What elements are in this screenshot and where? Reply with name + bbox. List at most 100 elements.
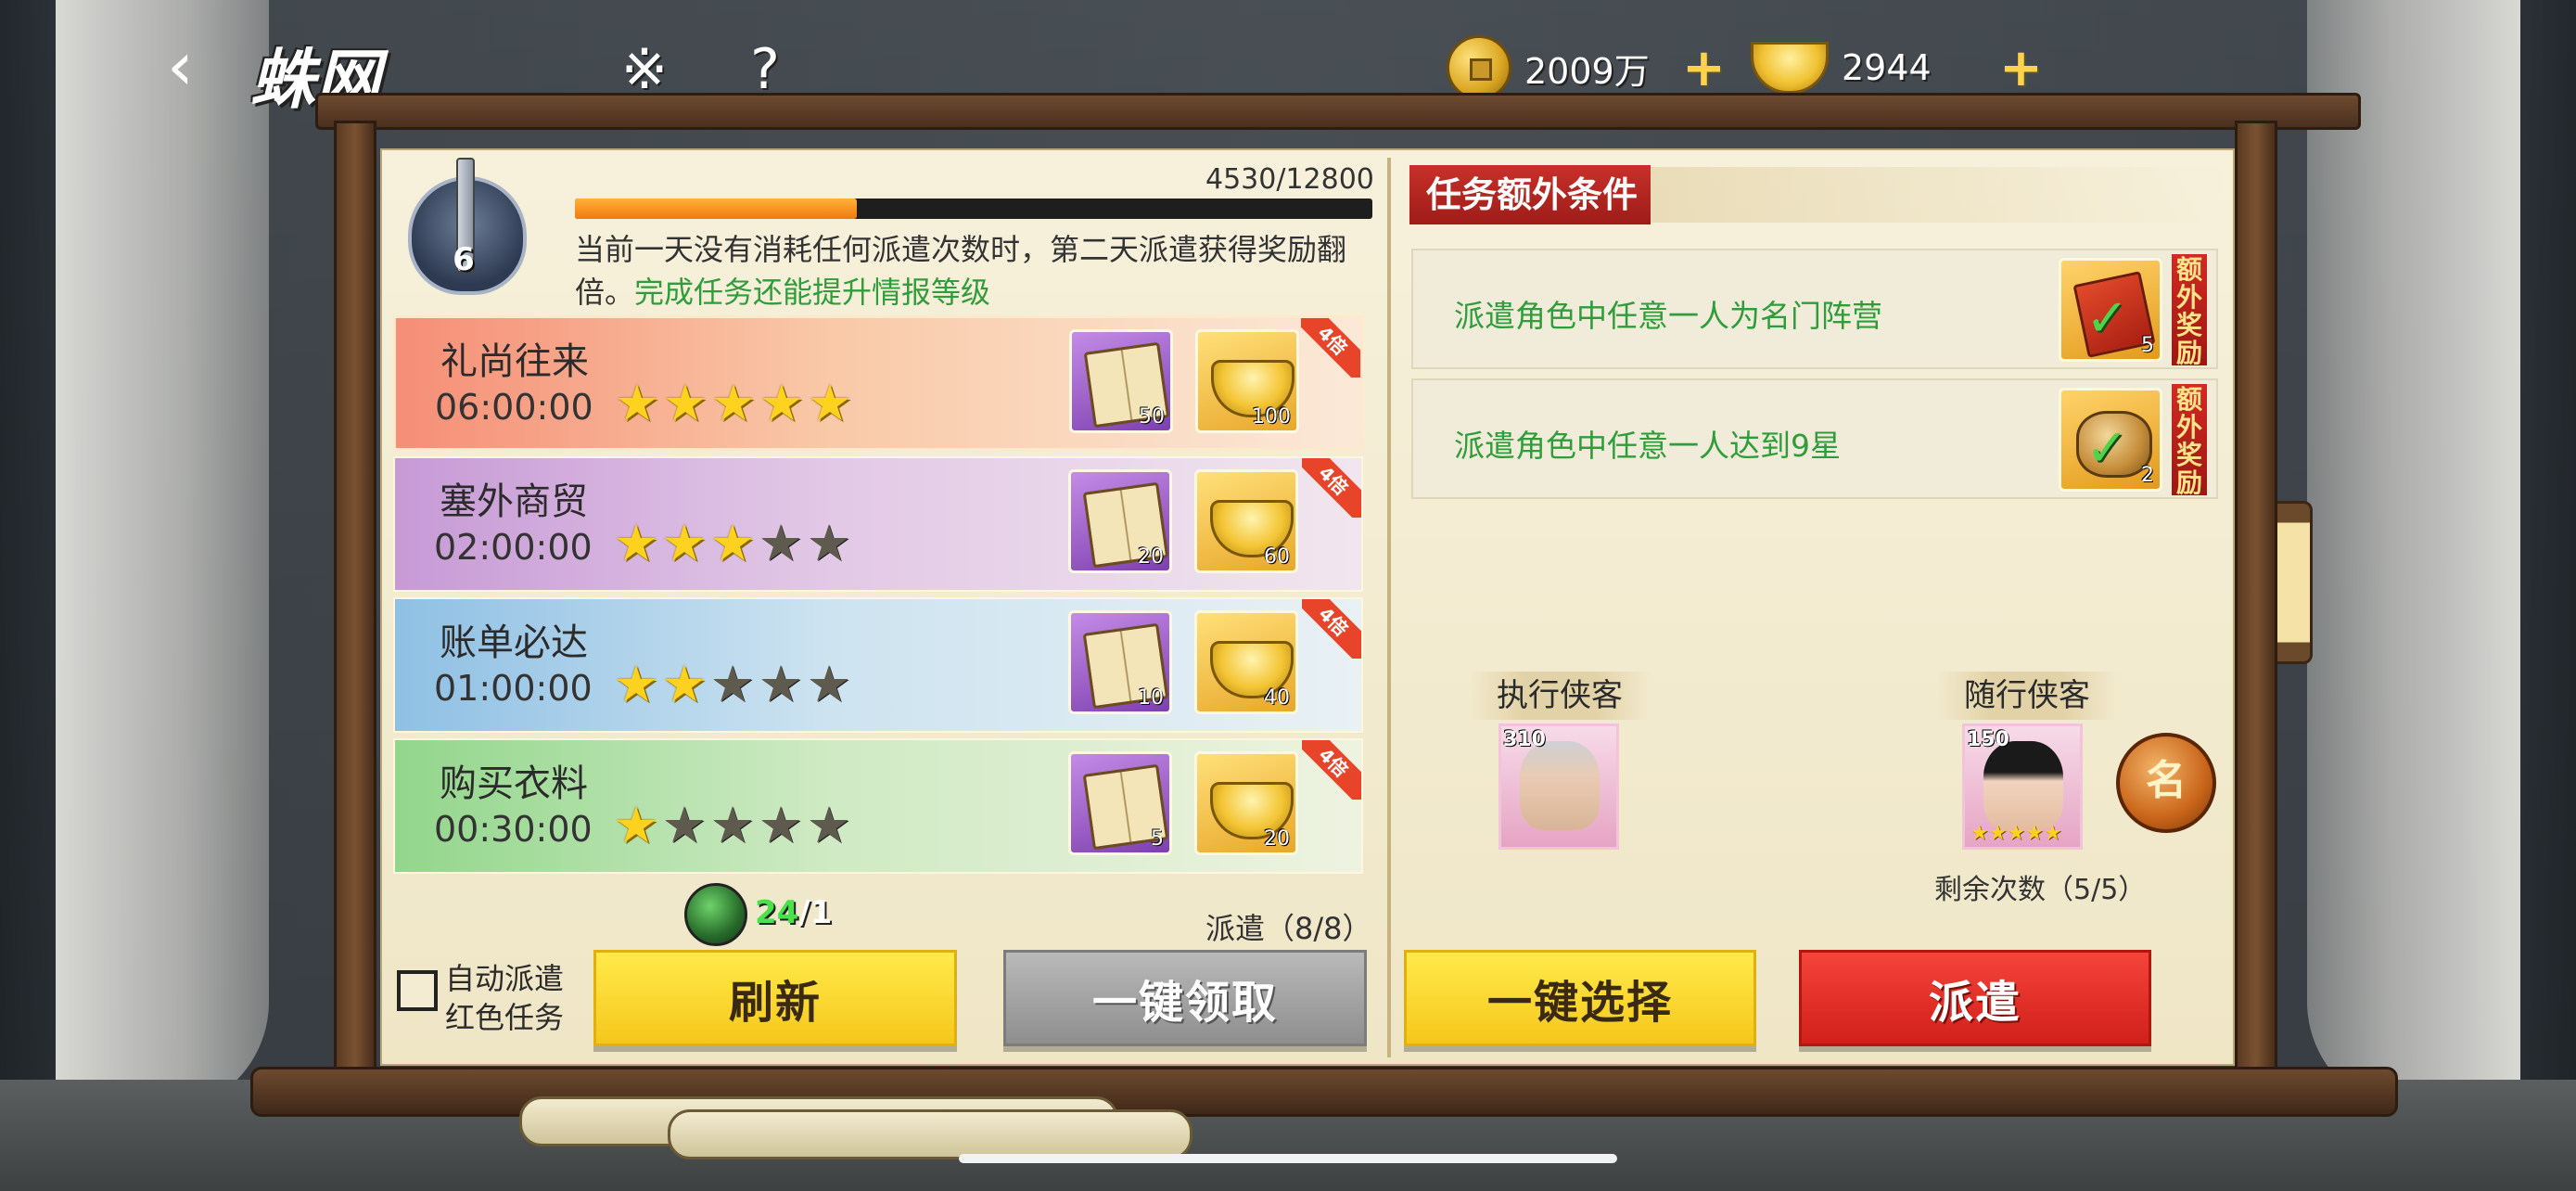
task-name: 礼尚往来 (440, 340, 589, 383)
faction-badge[interactable]: 名 (2116, 733, 2216, 833)
reward-item[interactable]: 60 (1194, 469, 1298, 573)
bonus-ribbon: 4倍 (1302, 740, 1361, 800)
star-filled-icon: ★ (2025, 822, 2044, 845)
select-all-button[interactable]: 一键选择 (1404, 950, 1756, 1046)
hero-level: 310 (1503, 728, 1546, 751)
reward-count: 5 (1151, 827, 1164, 851)
task-name: 购买衣料 (440, 762, 588, 805)
reward-count: 100 (1252, 405, 1291, 429)
check-icon: ✓ (2085, 288, 2129, 349)
star-empty-icon: ★ (661, 796, 708, 854)
gold-ingot-icon (1751, 42, 1829, 94)
follower-hero-portrait[interactable]: 150 ★ ★ ★ ★ ★ (1962, 724, 2083, 850)
star-filled-icon: ★ (1988, 822, 2008, 845)
task-card[interactable]: 账单必达 01:00:00 ★ ★ ★ ★ ★ 10 40 4倍 (393, 597, 1363, 733)
star-empty-icon: ★ (758, 796, 804, 854)
reward-count: 20 (1138, 545, 1164, 569)
intel-progress-fill (575, 198, 858, 219)
dispatch-count: 派遣（8/8） (1205, 911, 1372, 946)
copper-currency: 2009万 + (1447, 33, 1726, 102)
scroll-roll (668, 1109, 1192, 1159)
frame-left-post (334, 121, 376, 1072)
hero-face (1983, 741, 2063, 830)
reward-item[interactable]: 100 (1195, 329, 1299, 433)
stamina-indicator[interactable]: 24/1 (684, 883, 842, 946)
star-empty-icon: ★ (806, 796, 852, 854)
reward-item[interactable]: 20 (1194, 751, 1298, 855)
reward-item[interactable]: 50 (1069, 329, 1173, 433)
remaining-count: 剩余次数（5/5） (1934, 874, 2147, 906)
star-empty-icon: ★ (758, 655, 804, 713)
task-time: 02:00:00 (434, 527, 593, 568)
executor-label: 执行侠客 (1469, 672, 1651, 720)
reward-count: 20 (1264, 827, 1290, 851)
star-filled-icon: ★ (613, 655, 659, 713)
executor-hero-portrait[interactable]: 310 (1498, 724, 1619, 850)
task-name: 账单必达 (440, 621, 588, 664)
star-empty-icon: ★ (709, 796, 756, 854)
star-empty-icon: ★ (758, 514, 804, 572)
collect-all-button[interactable]: 一键领取 (1003, 950, 1367, 1046)
reward-item[interactable]: 20 (1068, 469, 1172, 573)
stamina-pot-icon (684, 883, 747, 946)
task-time: 01:00:00 (434, 668, 593, 709)
stamina-max: 1 (810, 894, 833, 931)
star-filled-icon: ★ (613, 796, 659, 854)
star-filled-icon: ★ (759, 374, 805, 432)
star-filled-icon: ★ (662, 374, 708, 432)
add-gold-button[interactable]: + (1999, 38, 2043, 98)
condition-row: 派遣角色中任意一人为名门阵营 ✓ 5 额外奖励 (1411, 249, 2218, 369)
home-indicator[interactable] (959, 1154, 1617, 1163)
bonus-ribbon: 4倍 (1302, 599, 1361, 659)
back-button[interactable]: ‹ (167, 32, 232, 99)
auto-dispatch-label-line1: 自动派遣 (445, 961, 565, 996)
auto-dispatch-checkbox[interactable] (397, 970, 438, 1011)
dispatch-button[interactable]: 派遣 (1799, 950, 2151, 1046)
check-icon: ✓ (2085, 418, 2129, 479)
auto-dispatch-label: 自动派遣 红色任务 (445, 959, 603, 1037)
refresh-button[interactable]: 刷新 (593, 950, 957, 1046)
reward-item[interactable]: 5 (1068, 751, 1172, 855)
reward-count: 50 (1139, 405, 1165, 429)
task-card[interactable]: 礼尚往来 06:00:00 ★ ★ ★ ★ ★ 50 100 4倍 (393, 315, 1363, 451)
task-name: 塞外商贸 (440, 480, 588, 523)
task-time: 00:30:00 (434, 809, 593, 850)
stamina-separator: / (798, 894, 810, 931)
extra-reward-item[interactable]: ✓ 2 (2059, 388, 2162, 492)
reward-count: 2 (2141, 464, 2154, 487)
condition-text: 派遣角色中任意一人达到9星 (1454, 428, 1841, 464)
reward-item[interactable]: 40 (1194, 610, 1298, 714)
gold-value: 2944 (1842, 47, 1932, 88)
star-filled-icon: ★ (661, 655, 708, 713)
reward-item[interactable]: 10 (1068, 610, 1172, 714)
star-filled-icon: ★ (710, 374, 757, 432)
condition-text: 派遣角色中任意一人为名门阵营 (1454, 298, 1882, 334)
star-empty-icon: ★ (806, 655, 852, 713)
frame-top-beam (315, 93, 2361, 130)
star-filled-icon: ★ (2043, 822, 2062, 845)
reward-count: 40 (1264, 686, 1290, 710)
star-empty-icon: ★ (806, 514, 852, 572)
left-curtain (56, 0, 269, 1113)
stamina-current: 24 (755, 894, 799, 931)
star-empty-icon: ★ (709, 655, 756, 713)
add-copper-button[interactable]: + (1682, 38, 1726, 98)
extra-reward-tag: 额外奖励 (2172, 254, 2207, 367)
task-card[interactable]: 购买衣料 00:30:00 ★ ★ ★ ★ ★ 5 20 4倍 (393, 738, 1363, 874)
conditions-header-bar (1651, 167, 2225, 223)
star-filled-icon: ★ (709, 514, 756, 572)
condition-row: 派遣角色中任意一人达到9星 ✓ 2 额外奖励 (1411, 378, 2218, 499)
intel-level: 6 (453, 241, 475, 278)
bonus-ribbon: 4倍 (1301, 318, 1360, 378)
extra-reward-item[interactable]: ✓ 5 (2059, 258, 2162, 362)
bonus-label: 4倍 (1302, 599, 1361, 659)
conditions-header: 任务额外条件 (1409, 165, 1651, 224)
star-filled-icon: ★ (661, 514, 708, 572)
frame-right-post (2235, 121, 2277, 1072)
star-filled-icon: ★ (807, 374, 853, 432)
intel-level-emblem[interactable]: 6 (399, 158, 529, 297)
description: 当前一天没有消耗任何派遣次数时，第二天派遣获得奖励翻倍。完成任务还能提升情报等级 (575, 228, 1391, 314)
task-stars: ★ ★ ★ ★ ★ (613, 374, 854, 432)
task-card[interactable]: 塞外商贸 02:00:00 ★ ★ ★ ★ ★ 20 60 4倍 (393, 456, 1363, 592)
hero-face (1520, 741, 1600, 830)
